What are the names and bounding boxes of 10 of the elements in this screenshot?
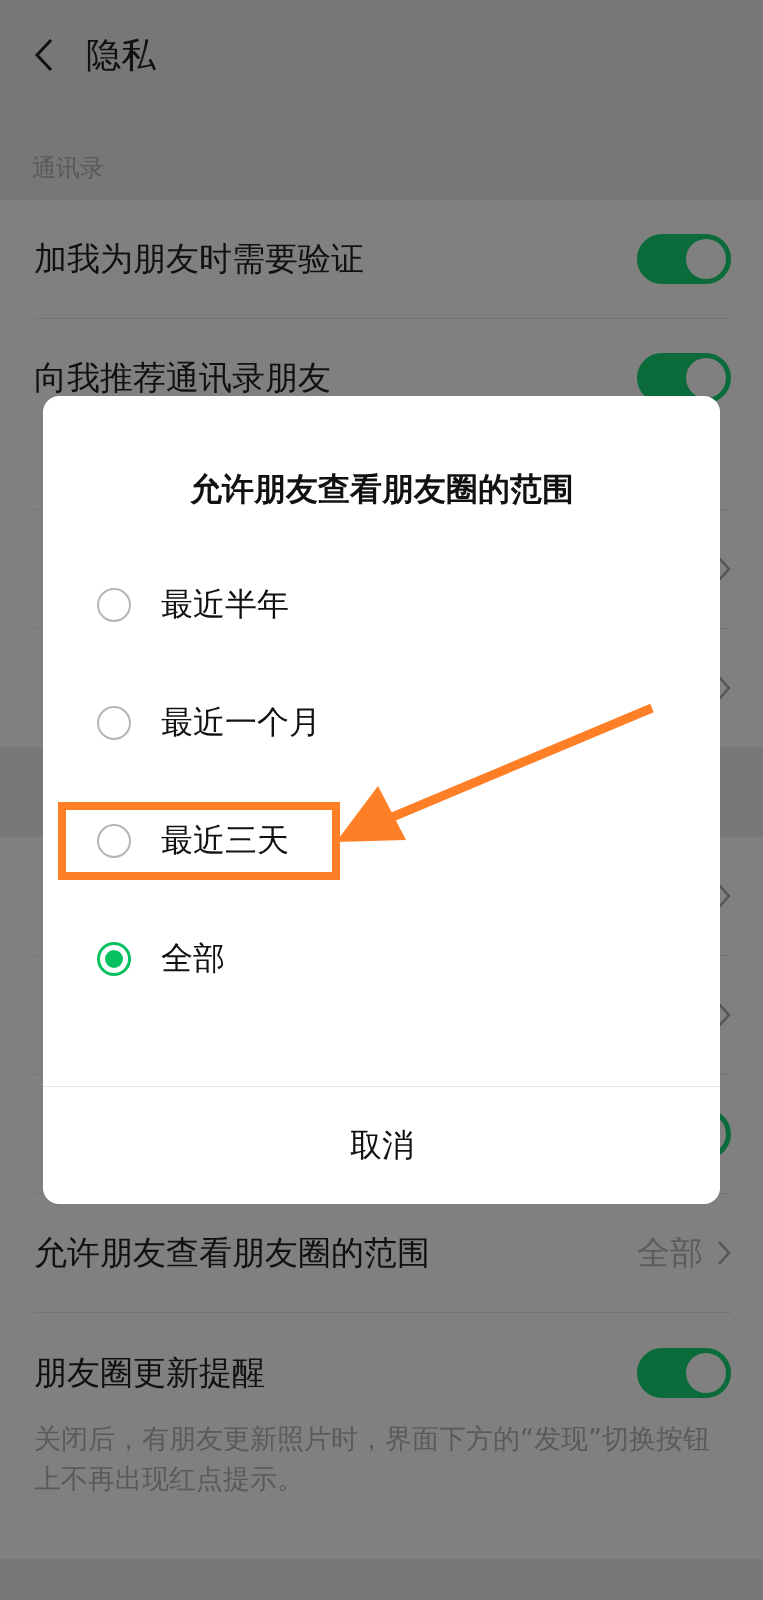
page-title: 隐私 [86,33,156,77]
row-label: 允许朋友查看朋友圈的范围 [34,1231,430,1274]
option-label: 最近半年 [161,584,289,625]
dialog-title: 允许朋友查看朋友圈的范围 [189,469,574,510]
row-label: 加我为朋友时需要验证 [34,237,364,280]
option-label: 全部 [161,938,225,979]
row-label: 向我推荐通讯录朋友 [34,356,331,399]
option-label: 最近三天 [161,820,289,861]
row-label: 朋友圈更新提醒 [34,1351,265,1394]
option-label: 最近一个月 [161,702,321,743]
